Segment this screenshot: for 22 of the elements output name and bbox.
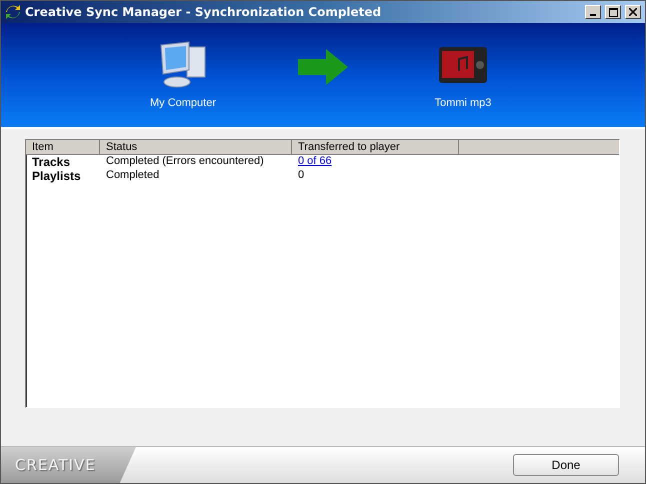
table-cell-text: 0 (297, 169, 306, 183)
device-label: Tommi mp3 (434, 97, 492, 109)
minimize-button[interactable] (585, 5, 601, 19)
done-button[interactable]: Done (513, 454, 619, 476)
table-cell-text: Playlists (31, 169, 82, 183)
source-label: My Computer (150, 97, 216, 109)
column-header[interactable]: Item (26, 140, 100, 155)
close-icon (629, 8, 637, 16)
music-player-icon (439, 47, 487, 83)
arrow-icon (298, 49, 348, 85)
table-cell-text: Completed (Errors encountered) (105, 155, 265, 169)
table-cell-text: Completed (105, 169, 160, 183)
window-title: Creative Sync Manager - Synchronization Completed (25, 5, 382, 19)
logo: CREATIVE (15, 456, 96, 474)
maximize-button[interactable] (605, 5, 621, 19)
close-button[interactable] (625, 5, 641, 19)
table-cell-text: Tracks (31, 155, 72, 169)
maximize-icon (608, 8, 618, 16)
column-header[interactable]: Status (100, 140, 292, 155)
sync-icon (5, 4, 21, 20)
transferred-link[interactable]: 0 of 66 (292, 155, 338, 169)
column-header[interactable]: Transferred to player (292, 140, 459, 155)
